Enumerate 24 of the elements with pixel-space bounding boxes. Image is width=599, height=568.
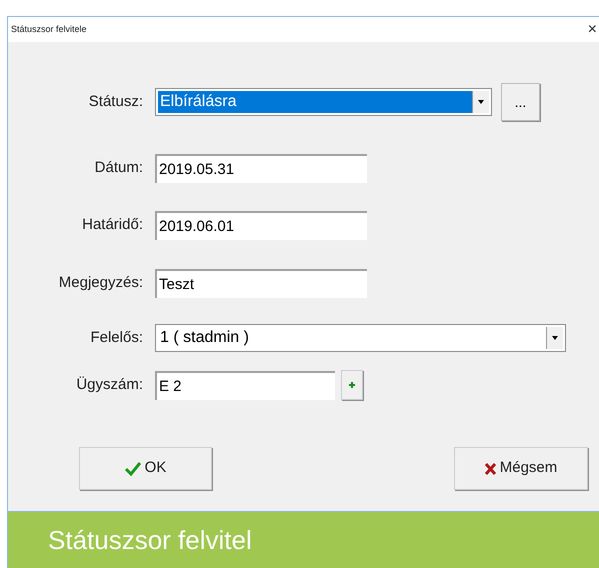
browse-button[interactable]: ... <box>501 83 540 121</box>
add-button[interactable] <box>341 370 363 400</box>
text-field[interactable]: Teszt <box>155 269 367 298</box>
field-label: Megjegyzés: <box>58 273 144 294</box>
text-field[interactable]: E 2 <box>155 370 335 400</box>
dropdown-value: 1 ( stadmin ) <box>159 328 250 348</box>
cross-icon <box>484 462 496 474</box>
text-field[interactable]: 2019.05.31 <box>155 154 367 183</box>
field-label: Felelős: <box>89 328 144 348</box>
dropdown-value: Elbírálásra <box>158 91 472 113</box>
field-label: Státusz: <box>88 92 144 112</box>
field-label: Dátum: <box>94 158 144 178</box>
field-label: Határidő: <box>81 215 144 236</box>
ok-button[interactable]: OK <box>79 447 212 490</box>
field-label: Ügyszám: <box>75 374 144 395</box>
dropdown-field[interactable]: Elbírálásra <box>155 88 492 116</box>
close-button[interactable]: × <box>588 22 597 38</box>
text-field[interactable]: 2019.06.01 <box>155 211 367 240</box>
caption-text: Státuszsor felvitel <box>48 524 252 556</box>
cancel-button[interactable]: Mégsem <box>454 447 588 490</box>
dropdown-field[interactable]: 1 ( stadmin ) <box>155 324 566 352</box>
window-title: Státuszsor felvitele <box>11 22 87 36</box>
plus-icon <box>349 382 355 388</box>
checkmark-icon <box>124 462 141 476</box>
